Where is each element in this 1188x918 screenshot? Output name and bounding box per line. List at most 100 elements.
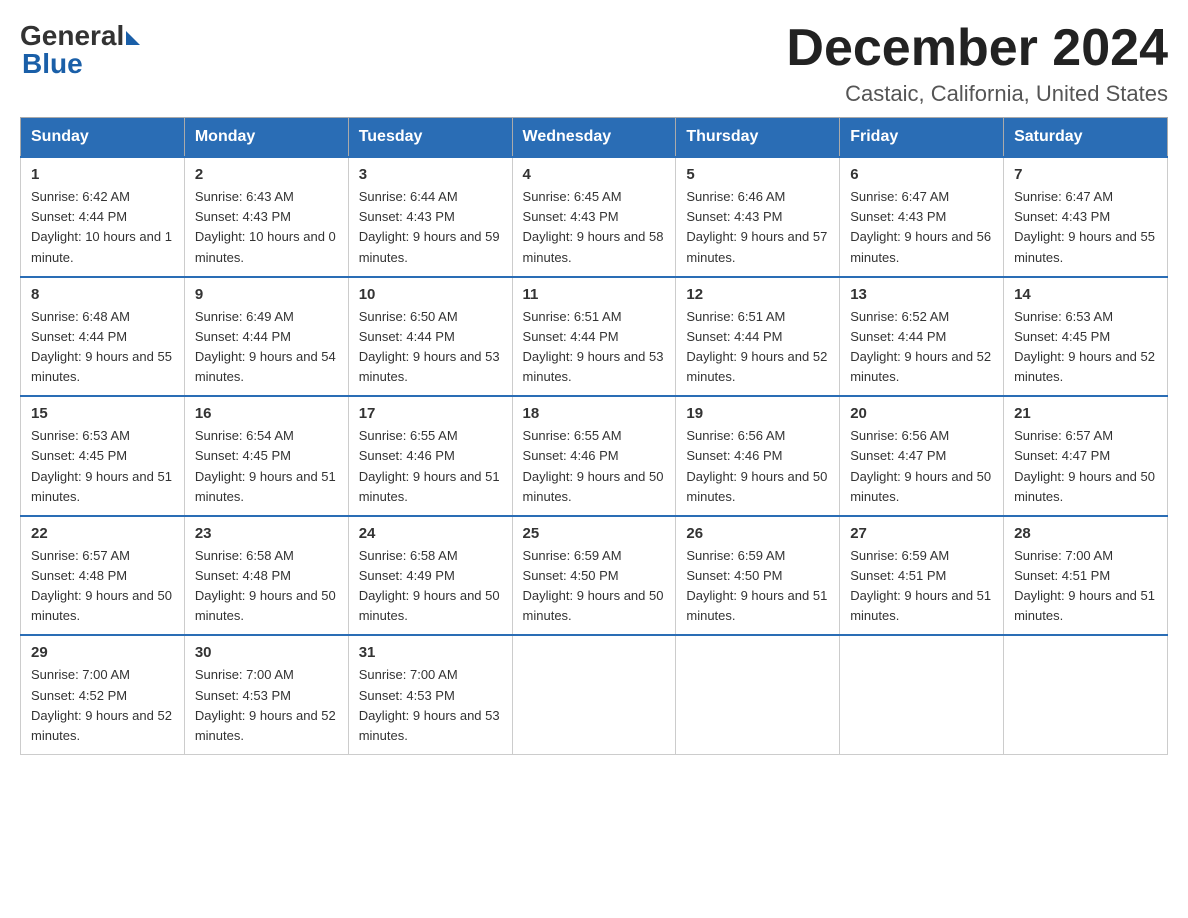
day-number: 1 bbox=[31, 166, 174, 183]
day-info: Sunrise: 6:47 AMSunset: 4:43 PMDaylight:… bbox=[1014, 189, 1155, 264]
weekday-header-monday: Monday bbox=[184, 118, 348, 158]
calendar-table: SundayMondayTuesdayWednesdayThursdayFrid… bbox=[20, 117, 1168, 755]
day-number: 3 bbox=[359, 166, 502, 183]
calendar-cell: 17 Sunrise: 6:55 AMSunset: 4:46 PMDaylig… bbox=[348, 396, 512, 516]
day-number: 22 bbox=[31, 525, 174, 542]
calendar-cell: 12 Sunrise: 6:51 AMSunset: 4:44 PMDaylig… bbox=[676, 277, 840, 397]
calendar-cell bbox=[676, 635, 840, 754]
day-info: Sunrise: 6:57 AMSunset: 4:48 PMDaylight:… bbox=[31, 548, 172, 623]
calendar-cell: 25 Sunrise: 6:59 AMSunset: 4:50 PMDaylig… bbox=[512, 516, 676, 636]
weekday-header-wednesday: Wednesday bbox=[512, 118, 676, 158]
day-number: 15 bbox=[31, 405, 174, 422]
day-info: Sunrise: 6:44 AMSunset: 4:43 PMDaylight:… bbox=[359, 189, 500, 264]
day-number: 12 bbox=[686, 286, 829, 303]
day-number: 31 bbox=[359, 644, 502, 661]
day-info: Sunrise: 6:58 AMSunset: 4:48 PMDaylight:… bbox=[195, 548, 336, 623]
day-info: Sunrise: 6:52 AMSunset: 4:44 PMDaylight:… bbox=[850, 309, 991, 384]
day-info: Sunrise: 6:55 AMSunset: 4:46 PMDaylight:… bbox=[359, 428, 500, 503]
day-number: 7 bbox=[1014, 166, 1157, 183]
month-title: December 2024 bbox=[786, 20, 1168, 77]
calendar-cell: 22 Sunrise: 6:57 AMSunset: 4:48 PMDaylig… bbox=[21, 516, 185, 636]
calendar-cell: 11 Sunrise: 6:51 AMSunset: 4:44 PMDaylig… bbox=[512, 277, 676, 397]
day-number: 13 bbox=[850, 286, 993, 303]
week-row-3: 15 Sunrise: 6:53 AMSunset: 4:45 PMDaylig… bbox=[21, 396, 1168, 516]
week-row-1: 1 Sunrise: 6:42 AMSunset: 4:44 PMDayligh… bbox=[21, 157, 1168, 277]
day-info: Sunrise: 6:42 AMSunset: 4:44 PMDaylight:… bbox=[31, 189, 172, 264]
location-title: Castaic, California, United States bbox=[786, 81, 1168, 107]
day-number: 10 bbox=[359, 286, 502, 303]
weekday-header-row: SundayMondayTuesdayWednesdayThursdayFrid… bbox=[21, 118, 1168, 158]
day-info: Sunrise: 6:47 AMSunset: 4:43 PMDaylight:… bbox=[850, 189, 991, 264]
day-info: Sunrise: 6:45 AMSunset: 4:43 PMDaylight:… bbox=[523, 189, 664, 264]
day-info: Sunrise: 7:00 AMSunset: 4:52 PMDaylight:… bbox=[31, 667, 172, 742]
day-number: 2 bbox=[195, 166, 338, 183]
day-number: 29 bbox=[31, 644, 174, 661]
day-info: Sunrise: 6:55 AMSunset: 4:46 PMDaylight:… bbox=[523, 428, 664, 503]
day-info: Sunrise: 6:59 AMSunset: 4:50 PMDaylight:… bbox=[686, 548, 827, 623]
day-info: Sunrise: 6:58 AMSunset: 4:49 PMDaylight:… bbox=[359, 548, 500, 623]
day-number: 8 bbox=[31, 286, 174, 303]
day-number: 24 bbox=[359, 525, 502, 542]
calendar-cell: 5 Sunrise: 6:46 AMSunset: 4:43 PMDayligh… bbox=[676, 157, 840, 277]
day-number: 14 bbox=[1014, 286, 1157, 303]
day-number: 20 bbox=[850, 405, 993, 422]
day-number: 30 bbox=[195, 644, 338, 661]
calendar-cell: 6 Sunrise: 6:47 AMSunset: 4:43 PMDayligh… bbox=[840, 157, 1004, 277]
weekday-header-sunday: Sunday bbox=[21, 118, 185, 158]
day-info: Sunrise: 7:00 AMSunset: 4:53 PMDaylight:… bbox=[195, 667, 336, 742]
calendar-cell: 15 Sunrise: 6:53 AMSunset: 4:45 PMDaylig… bbox=[21, 396, 185, 516]
calendar-cell: 16 Sunrise: 6:54 AMSunset: 4:45 PMDaylig… bbox=[184, 396, 348, 516]
calendar-cell bbox=[1004, 635, 1168, 754]
calendar-cell: 14 Sunrise: 6:53 AMSunset: 4:45 PMDaylig… bbox=[1004, 277, 1168, 397]
day-number: 11 bbox=[523, 286, 666, 303]
day-info: Sunrise: 6:48 AMSunset: 4:44 PMDaylight:… bbox=[31, 309, 172, 384]
logo-arrow-icon bbox=[126, 31, 140, 45]
day-number: 4 bbox=[523, 166, 666, 183]
calendar-cell: 23 Sunrise: 6:58 AMSunset: 4:48 PMDaylig… bbox=[184, 516, 348, 636]
calendar-cell: 9 Sunrise: 6:49 AMSunset: 4:44 PMDayligh… bbox=[184, 277, 348, 397]
day-info: Sunrise: 6:49 AMSunset: 4:44 PMDaylight:… bbox=[195, 309, 336, 384]
day-number: 21 bbox=[1014, 405, 1157, 422]
week-row-4: 22 Sunrise: 6:57 AMSunset: 4:48 PMDaylig… bbox=[21, 516, 1168, 636]
weekday-header-saturday: Saturday bbox=[1004, 118, 1168, 158]
calendar-cell: 8 Sunrise: 6:48 AMSunset: 4:44 PMDayligh… bbox=[21, 277, 185, 397]
day-info: Sunrise: 6:57 AMSunset: 4:47 PMDaylight:… bbox=[1014, 428, 1155, 503]
day-info: Sunrise: 6:59 AMSunset: 4:51 PMDaylight:… bbox=[850, 548, 991, 623]
calendar-cell: 3 Sunrise: 6:44 AMSunset: 4:43 PMDayligh… bbox=[348, 157, 512, 277]
day-info: Sunrise: 6:51 AMSunset: 4:44 PMDaylight:… bbox=[523, 309, 664, 384]
calendar-cell: 13 Sunrise: 6:52 AMSunset: 4:44 PMDaylig… bbox=[840, 277, 1004, 397]
page-header: General Blue December 2024 Castaic, Cali… bbox=[20, 20, 1168, 107]
calendar-cell: 26 Sunrise: 6:59 AMSunset: 4:50 PMDaylig… bbox=[676, 516, 840, 636]
day-info: Sunrise: 6:51 AMSunset: 4:44 PMDaylight:… bbox=[686, 309, 827, 384]
calendar-cell: 31 Sunrise: 7:00 AMSunset: 4:53 PMDaylig… bbox=[348, 635, 512, 754]
day-info: Sunrise: 6:54 AMSunset: 4:45 PMDaylight:… bbox=[195, 428, 336, 503]
day-number: 28 bbox=[1014, 525, 1157, 542]
day-info: Sunrise: 6:46 AMSunset: 4:43 PMDaylight:… bbox=[686, 189, 827, 264]
day-number: 27 bbox=[850, 525, 993, 542]
day-info: Sunrise: 6:50 AMSunset: 4:44 PMDaylight:… bbox=[359, 309, 500, 384]
weekday-header-friday: Friday bbox=[840, 118, 1004, 158]
calendar-cell: 1 Sunrise: 6:42 AMSunset: 4:44 PMDayligh… bbox=[21, 157, 185, 277]
day-number: 19 bbox=[686, 405, 829, 422]
day-info: Sunrise: 6:53 AMSunset: 4:45 PMDaylight:… bbox=[1014, 309, 1155, 384]
day-info: Sunrise: 7:00 AMSunset: 4:51 PMDaylight:… bbox=[1014, 548, 1155, 623]
calendar-cell: 19 Sunrise: 6:56 AMSunset: 4:46 PMDaylig… bbox=[676, 396, 840, 516]
calendar-cell: 10 Sunrise: 6:50 AMSunset: 4:44 PMDaylig… bbox=[348, 277, 512, 397]
calendar-cell: 21 Sunrise: 6:57 AMSunset: 4:47 PMDaylig… bbox=[1004, 396, 1168, 516]
calendar-cell: 24 Sunrise: 6:58 AMSunset: 4:49 PMDaylig… bbox=[348, 516, 512, 636]
day-number: 17 bbox=[359, 405, 502, 422]
day-number: 18 bbox=[523, 405, 666, 422]
calendar-cell: 29 Sunrise: 7:00 AMSunset: 4:52 PMDaylig… bbox=[21, 635, 185, 754]
day-number: 6 bbox=[850, 166, 993, 183]
day-info: Sunrise: 6:56 AMSunset: 4:46 PMDaylight:… bbox=[686, 428, 827, 503]
day-info: Sunrise: 6:56 AMSunset: 4:47 PMDaylight:… bbox=[850, 428, 991, 503]
day-number: 25 bbox=[523, 525, 666, 542]
calendar-cell: 18 Sunrise: 6:55 AMSunset: 4:46 PMDaylig… bbox=[512, 396, 676, 516]
title-block: December 2024 Castaic, California, Unite… bbox=[786, 20, 1168, 107]
weekday-header-thursday: Thursday bbox=[676, 118, 840, 158]
calendar-cell: 28 Sunrise: 7:00 AMSunset: 4:51 PMDaylig… bbox=[1004, 516, 1168, 636]
day-number: 9 bbox=[195, 286, 338, 303]
day-number: 16 bbox=[195, 405, 338, 422]
week-row-2: 8 Sunrise: 6:48 AMSunset: 4:44 PMDayligh… bbox=[21, 277, 1168, 397]
day-info: Sunrise: 6:59 AMSunset: 4:50 PMDaylight:… bbox=[523, 548, 664, 623]
